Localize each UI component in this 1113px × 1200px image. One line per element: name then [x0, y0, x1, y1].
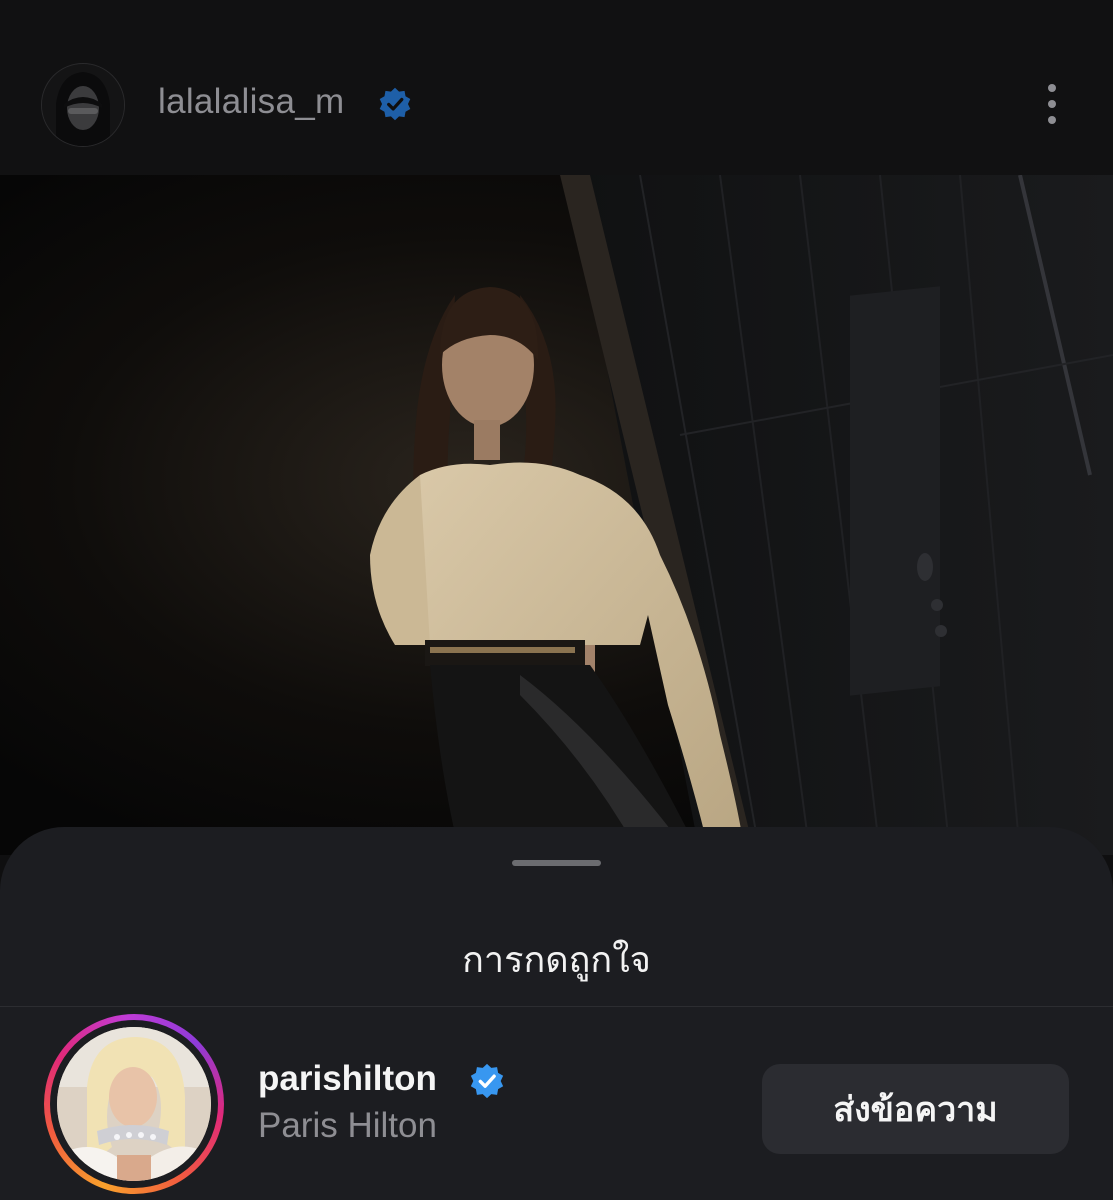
- send-message-button[interactable]: ส่งข้อความ: [762, 1064, 1069, 1154]
- list-item[interactable]: parishilton Paris Hilton ส่งข้อความ: [0, 1007, 1113, 1200]
- author-username[interactable]: lalalalisa_m: [158, 82, 344, 122]
- post-screen: lalalalisa_m การกดถูกใจ parishilton Pari…: [0, 0, 1113, 1200]
- post-header: lalalalisa_m: [0, 0, 1113, 175]
- author-avatar-image: [42, 64, 124, 146]
- verified-badge-icon: [470, 1063, 504, 1099]
- liker-avatar[interactable]: [57, 1027, 211, 1181]
- liker-full-name: Paris Hilton: [258, 1106, 437, 1145]
- story-ring[interactable]: [44, 1014, 224, 1194]
- more-vertical-icon[interactable]: [1036, 80, 1068, 128]
- verified-badge-icon: [379, 87, 411, 121]
- sheet-title: การกดถูกใจ: [462, 939, 651, 980]
- liker-username[interactable]: parishilton: [258, 1059, 437, 1099]
- post-photo-image: [0, 175, 1113, 855]
- post-photo[interactable]: [0, 175, 1113, 855]
- liker-avatar-image: [57, 1027, 211, 1181]
- likes-sheet: การกดถูกใจ parishilton Paris Hilton ส่งข…: [0, 827, 1113, 1200]
- author-avatar[interactable]: [41, 63, 125, 147]
- sheet-drag-handle[interactable]: [512, 860, 601, 866]
